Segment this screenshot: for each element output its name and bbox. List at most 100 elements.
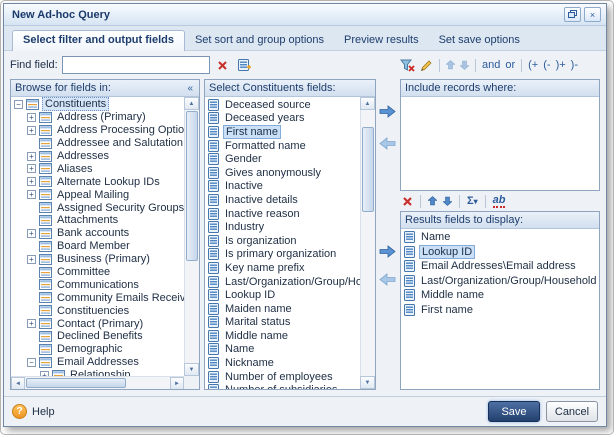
help-icon[interactable]: ? xyxy=(12,404,27,419)
tab-preview-results[interactable]: Preview results xyxy=(334,31,429,50)
list-item[interactable]: Name xyxy=(205,343,360,357)
list-item[interactable]: Deceased years xyxy=(205,112,360,126)
expand-box-icon[interactable]: + xyxy=(27,164,36,174)
expand-box-icon[interactable]: + xyxy=(27,125,36,135)
collapse-box-icon[interactable]: − xyxy=(27,357,36,367)
tree-item[interactable]: + Relationship xyxy=(11,369,184,376)
list-item[interactable]: Nickname xyxy=(205,356,360,370)
tree-item[interactable]: Declined Benefits xyxy=(11,330,184,343)
tree-item[interactable]: + Bank accounts xyxy=(11,227,184,240)
criteria-move-down-icon[interactable] xyxy=(460,60,469,70)
include-records-area[interactable] xyxy=(401,97,599,190)
results-move-up-icon[interactable] xyxy=(428,196,437,206)
list-item[interactable]: Inactive xyxy=(205,180,360,194)
tree-item[interactable]: + Alternate Lookup IDs xyxy=(11,175,184,188)
tree-item[interactable]: Constituencies xyxy=(11,304,184,317)
tree-item[interactable]: Assigned Security Groups xyxy=(11,201,184,214)
or-button[interactable]: or xyxy=(505,59,515,71)
title-bar[interactable]: New Ad-hoc Query × xyxy=(4,4,606,26)
list-item[interactable]: Is organization xyxy=(205,234,360,248)
tree-item[interactable]: + Business (Primary) xyxy=(11,253,184,266)
scroll-up-button[interactable]: ▲ xyxy=(184,97,199,110)
fields-vertical-scrollbar[interactable]: ▲ ▼ xyxy=(360,97,375,389)
remove-filter-field-icon[interactable] xyxy=(379,137,396,150)
list-item[interactable]: First name xyxy=(401,303,599,318)
scrollbar-thumb[interactable] xyxy=(362,127,374,212)
list-item[interactable]: Inactive reason xyxy=(205,207,360,221)
list-item[interactable]: Inactive details xyxy=(205,193,360,207)
delete-field-icon[interactable] xyxy=(402,196,413,207)
tree-item[interactable]: − Email Addresses xyxy=(11,356,184,369)
scroll-down-button[interactable]: ▼ xyxy=(360,376,375,389)
list-item[interactable]: Gives anonymously xyxy=(205,166,360,180)
tree-item[interactable]: + Addresses xyxy=(11,150,184,163)
list-item[interactable]: Industry xyxy=(205,220,360,234)
tree-item[interactable]: Attachments xyxy=(11,214,184,227)
group-close-plus-button[interactable]: )+ xyxy=(556,59,566,71)
list-item[interactable]: Middle name xyxy=(401,288,599,303)
tree-item[interactable]: + Aliases xyxy=(11,162,184,175)
list-item[interactable]: Middle name xyxy=(205,329,360,343)
list-item[interactable]: Is primary organization xyxy=(205,248,360,262)
tree-item[interactable]: Communications xyxy=(11,278,184,291)
list-item[interactable]: Key name prefix xyxy=(205,261,360,275)
group-open-minus-button[interactable]: (- xyxy=(543,59,550,71)
tab-select-filter-and-output-fields[interactable]: Select filter and output fields xyxy=(12,30,185,51)
list-item[interactable]: Email Addresses\Email address xyxy=(401,259,599,274)
summarize-icon[interactable]: Σ▾ xyxy=(467,195,478,207)
list-item[interactable]: Number of employees xyxy=(205,370,360,384)
list-item[interactable]: Number of subsidiaries xyxy=(205,383,360,389)
tree-item[interactable]: + Appeal Mailing xyxy=(11,188,184,201)
tree-item[interactable]: + Address Processing Options xyxy=(11,124,184,137)
scroll-up-button[interactable]: ▲ xyxy=(360,97,375,110)
expand-box-icon[interactable]: + xyxy=(27,190,36,200)
tab-set-save-options[interactable]: Set save options xyxy=(429,31,530,50)
remove-output-field-icon[interactable] xyxy=(379,273,396,286)
list-item[interactable]: Deceased source xyxy=(205,98,360,112)
help-link[interactable]: Help xyxy=(32,406,55,418)
tree-item[interactable]: + Contact (Primary) xyxy=(11,317,184,330)
list-item[interactable]: Last/Organization/Group/Household name xyxy=(401,274,599,289)
and-button[interactable]: and xyxy=(482,59,500,71)
group-open-plus-button[interactable]: (+ xyxy=(528,59,538,71)
save-button[interactable]: Save xyxy=(488,401,540,422)
list-item[interactable]: Name xyxy=(401,230,599,245)
list-item[interactable]: Marital status xyxy=(205,316,360,330)
find-field-input[interactable] xyxy=(61,56,210,74)
tree-item[interactable]: Community Emails Received xyxy=(11,291,184,304)
tree-item[interactable]: Addressee and Salutation xyxy=(11,137,184,150)
tree-item[interactable]: + Address (Primary) xyxy=(11,111,184,124)
list-item[interactable]: Lookup ID xyxy=(401,244,599,260)
tree-vertical-scrollbar[interactable]: ▲ ▼ xyxy=(184,97,199,376)
list-item[interactable]: Last/Organization/Group/Household name xyxy=(205,275,360,289)
expand-box-icon[interactable]: + xyxy=(27,254,36,264)
close-button[interactable]: × xyxy=(584,7,601,22)
tree-item[interactable]: Board Member xyxy=(11,240,184,253)
collapse-panel-button[interactable]: « xyxy=(185,83,195,94)
tree-item[interactable]: Committee xyxy=(11,266,184,279)
delete-filter-icon[interactable] xyxy=(400,59,415,72)
edit-label-icon[interactable]: ab xyxy=(492,194,506,208)
tree-item[interactable]: Demographic xyxy=(11,343,184,356)
expand-box-icon[interactable]: + xyxy=(27,319,36,329)
expand-box-icon[interactable]: + xyxy=(27,112,36,122)
scrollbar-thumb[interactable] xyxy=(186,111,198,261)
collapse-box-icon[interactable]: − xyxy=(14,99,23,109)
list-item[interactable]: First name xyxy=(205,124,360,139)
list-item[interactable]: Gender xyxy=(205,152,360,166)
scrollbar-thumb[interactable] xyxy=(26,378,126,388)
expand-box-icon[interactable]: + xyxy=(27,228,36,238)
list-item[interactable]: Formatted name xyxy=(205,139,360,153)
group-close-minus-button[interactable]: )- xyxy=(571,59,578,71)
expand-box-icon[interactable]: + xyxy=(27,177,36,187)
add-output-field-icon[interactable] xyxy=(379,245,396,258)
tab-set-sort-and-group-options[interactable]: Set sort and group options xyxy=(185,31,334,50)
criteria-move-up-icon[interactable] xyxy=(446,60,455,70)
restore-button[interactable] xyxy=(564,7,581,22)
clear-find-icon[interactable] xyxy=(214,56,232,74)
cancel-button[interactable]: Cancel xyxy=(546,401,598,422)
scroll-right-button[interactable]: ► xyxy=(170,377,184,389)
list-item[interactable]: Maiden name xyxy=(205,302,360,316)
find-field-icon[interactable] xyxy=(236,56,254,74)
results-move-down-icon[interactable] xyxy=(443,196,452,206)
